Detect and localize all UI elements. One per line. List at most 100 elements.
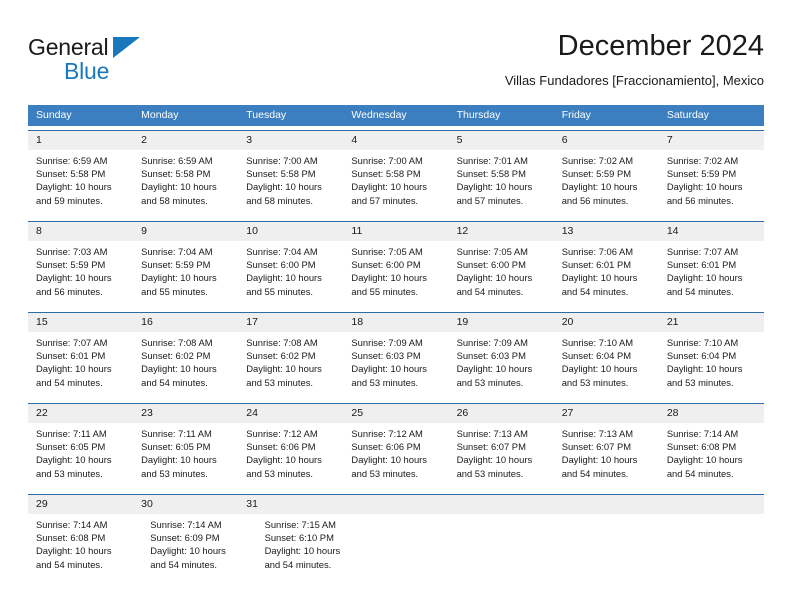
page-header: General Blue December 2024 Villas Fundad… <box>28 28 764 96</box>
sunrise-text: Sunrise: 7:10 AM <box>666 337 739 348</box>
weekday-header-wednesday: Wednesday <box>351 109 407 121</box>
day-number[interactable]: 10 <box>238 222 343 241</box>
day-number[interactable]: 11 <box>343 222 448 241</box>
daylight-text: Daylight: 10 hours <box>666 363 743 375</box>
day-number[interactable]: 17 <box>238 313 343 332</box>
day-cell[interactable]: Sunrise: 7:09 AM Sunset: 6:03 PM Dayligh… <box>343 332 448 399</box>
day-cell[interactable]: Sunrise: 7:04 AM Sunset: 6:00 PM Dayligh… <box>238 241 343 308</box>
day-cell[interactable]: Sunrise: 7:13 AM Sunset: 6:07 PM Dayligh… <box>449 423 554 490</box>
day-number[interactable]: 1 <box>28 131 133 150</box>
day-number[interactable]: 22 <box>28 404 133 423</box>
sunset-text: Sunset: 6:00 PM <box>246 259 316 271</box>
day-number[interactable]: 25 <box>343 404 448 423</box>
day-number[interactable]: 18 <box>343 313 448 332</box>
day-number[interactable]: 5 <box>449 131 554 150</box>
day-number[interactable]: 12 <box>449 222 554 241</box>
day-number[interactable]: 23 <box>133 404 238 423</box>
daylight-text-cont: and 55 minutes. <box>351 285 419 297</box>
daylight-text-cont: and 55 minutes. <box>246 285 313 297</box>
day-number[interactable]: 7 <box>659 131 764 150</box>
day-cell[interactable]: Sunrise: 7:04 AM Sunset: 5:59 PM Dayligh… <box>133 241 238 308</box>
day-number[interactable]: 29 <box>28 495 133 514</box>
day-cell[interactable]: Sunrise: 7:15 AM Sunset: 6:10 PM Dayligh… <box>257 514 371 581</box>
daylight-text-cont: and 56 minutes. <box>561 194 629 206</box>
logo-text-general: General <box>28 34 109 60</box>
day-number[interactable]: 19 <box>449 313 554 332</box>
sunrise-text: Sunrise: 7:08 AM <box>246 337 318 348</box>
sunrise-text: Sunrise: 7:08 AM <box>141 337 213 348</box>
day-cell[interactable]: Sunrise: 7:11 AM Sunset: 6:05 PM Dayligh… <box>28 423 133 490</box>
day-number[interactable]: 24 <box>238 404 343 423</box>
sunset-text: Sunset: 6:07 PM <box>456 441 526 453</box>
day-cell[interactable]: Sunrise: 7:12 AM Sunset: 6:06 PM Dayligh… <box>343 423 448 490</box>
day-cell[interactable]: Sunrise: 7:14 AM Sunset: 6:08 PM Dayligh… <box>659 423 764 490</box>
day-cell[interactable]: Sunrise: 7:08 AM Sunset: 6:02 PM Dayligh… <box>238 332 343 399</box>
daylight-text: Daylight: 10 hours <box>456 181 533 193</box>
day-number[interactable]: 28 <box>659 404 764 423</box>
day-number[interactable]: 9 <box>133 222 238 241</box>
daylight-text: Daylight: 10 hours <box>141 181 217 193</box>
day-cell[interactable]: Sunrise: 7:13 AM Sunset: 6:07 PM Dayligh… <box>554 423 659 490</box>
day-cell-empty <box>567 514 665 581</box>
day-number[interactable]: 6 <box>554 131 659 150</box>
day-cell[interactable]: Sunrise: 7:14 AM Sunset: 6:09 PM Dayligh… <box>142 514 256 581</box>
day-number[interactable]: 27 <box>554 404 659 423</box>
day-number[interactable]: 4 <box>343 131 448 150</box>
sunset-text: Sunset: 6:00 PM <box>351 259 421 271</box>
daylight-text: Daylight: 10 hours <box>351 272 427 284</box>
day-cell[interactable]: Sunrise: 7:09 AM Sunset: 6:03 PM Dayligh… <box>449 332 554 399</box>
day-cell[interactable]: Sunrise: 7:08 AM Sunset: 6:02 PM Dayligh… <box>133 332 238 399</box>
day-cell[interactable]: Sunrise: 7:05 AM Sunset: 6:00 PM Dayligh… <box>449 241 554 308</box>
sunrise-text: Sunrise: 7:04 AM <box>141 246 213 257</box>
day-number[interactable]: 14 <box>659 222 764 241</box>
daylight-text-cont: and 57 minutes. <box>351 194 419 206</box>
weekday-header-friday: Friday <box>561 109 591 121</box>
day-number[interactable]: 13 <box>554 222 659 241</box>
daylight-text: Daylight: 10 hours <box>141 454 217 466</box>
day-cell[interactable]: Sunrise: 7:02 AM Sunset: 5:59 PM Dayligh… <box>554 150 659 217</box>
day-number[interactable]: 31 <box>238 495 343 514</box>
sunset-text: Sunset: 6:03 PM <box>456 350 526 362</box>
day-number[interactable]: 30 <box>133 495 238 514</box>
weekday-header-monday: Monday <box>141 109 179 121</box>
day-number[interactable]: 3 <box>238 131 343 150</box>
day-cell[interactable]: Sunrise: 7:07 AM Sunset: 6:01 PM Dayligh… <box>28 332 133 399</box>
daylight-text: Daylight: 10 hours <box>141 272 217 284</box>
day-cell[interactable]: Sunrise: 7:02 AM Sunset: 5:59 PM Dayligh… <box>659 150 764 217</box>
day-number[interactable]: 16 <box>133 313 238 332</box>
daylight-text: Daylight: 10 hours <box>456 272 533 284</box>
day-cell[interactable]: Sunrise: 6:59 AM Sunset: 5:58 PM Dayligh… <box>133 150 238 217</box>
sunrise-text: Sunrise: 7:07 AM <box>666 246 739 257</box>
sunset-text: Sunset: 6:00 PM <box>456 259 526 271</box>
day-number-empty <box>554 495 659 514</box>
daylight-text-cont: and 58 minutes. <box>141 194 208 206</box>
day-cell[interactable]: Sunrise: 7:00 AM Sunset: 5:58 PM Dayligh… <box>343 150 448 217</box>
day-cell[interactable]: Sunrise: 7:10 AM Sunset: 6:04 PM Dayligh… <box>554 332 659 399</box>
week-body: Sunrise: 7:14 AM Sunset: 6:08 PM Dayligh… <box>28 514 764 581</box>
day-cell[interactable]: Sunrise: 7:00 AM Sunset: 5:58 PM Dayligh… <box>238 150 343 217</box>
daylight-text: Daylight: 10 hours <box>561 363 638 375</box>
day-cell[interactable]: Sunrise: 7:12 AM Sunset: 6:06 PM Dayligh… <box>238 423 343 490</box>
day-number[interactable]: 20 <box>554 313 659 332</box>
sunset-text: Sunset: 6:05 PM <box>141 441 211 453</box>
general-blue-logo[interactable]: General Blue <box>28 34 158 88</box>
day-cell[interactable]: Sunrise: 7:01 AM Sunset: 5:58 PM Dayligh… <box>449 150 554 217</box>
day-cell[interactable]: Sunrise: 7:14 AM Sunset: 6:08 PM Dayligh… <box>28 514 142 581</box>
day-cell[interactable]: Sunrise: 7:06 AM Sunset: 6:01 PM Dayligh… <box>554 241 659 308</box>
day-number[interactable]: 21 <box>659 313 764 332</box>
day-number[interactable]: 8 <box>28 222 133 241</box>
daylight-text-cont: and 53 minutes. <box>456 376 524 388</box>
day-cell[interactable]: Sunrise: 6:59 AM Sunset: 5:58 PM Dayligh… <box>28 150 133 217</box>
day-cell[interactable]: Sunrise: 7:05 AM Sunset: 6:00 PM Dayligh… <box>343 241 448 308</box>
day-number[interactable]: 2 <box>133 131 238 150</box>
day-number[interactable]: 15 <box>28 313 133 332</box>
sunrise-text: Sunrise: 6:59 AM <box>141 155 213 166</box>
day-number[interactable]: 26 <box>449 404 554 423</box>
day-cell[interactable]: Sunrise: 7:03 AM Sunset: 5:59 PM Dayligh… <box>28 241 133 308</box>
daylight-text: Daylight: 10 hours <box>456 363 533 375</box>
day-cell[interactable]: Sunrise: 7:10 AM Sunset: 6:04 PM Dayligh… <box>659 332 764 399</box>
day-cell[interactable]: Sunrise: 7:11 AM Sunset: 6:05 PM Dayligh… <box>133 423 238 490</box>
calendar-week-row: 15 16 17 18 19 20 21 Sunrise: 7:07 AM Su… <box>28 312 764 399</box>
sunrise-text: Sunrise: 7:11 AM <box>36 428 107 439</box>
day-cell[interactable]: Sunrise: 7:07 AM Sunset: 6:01 PM Dayligh… <box>659 241 764 308</box>
